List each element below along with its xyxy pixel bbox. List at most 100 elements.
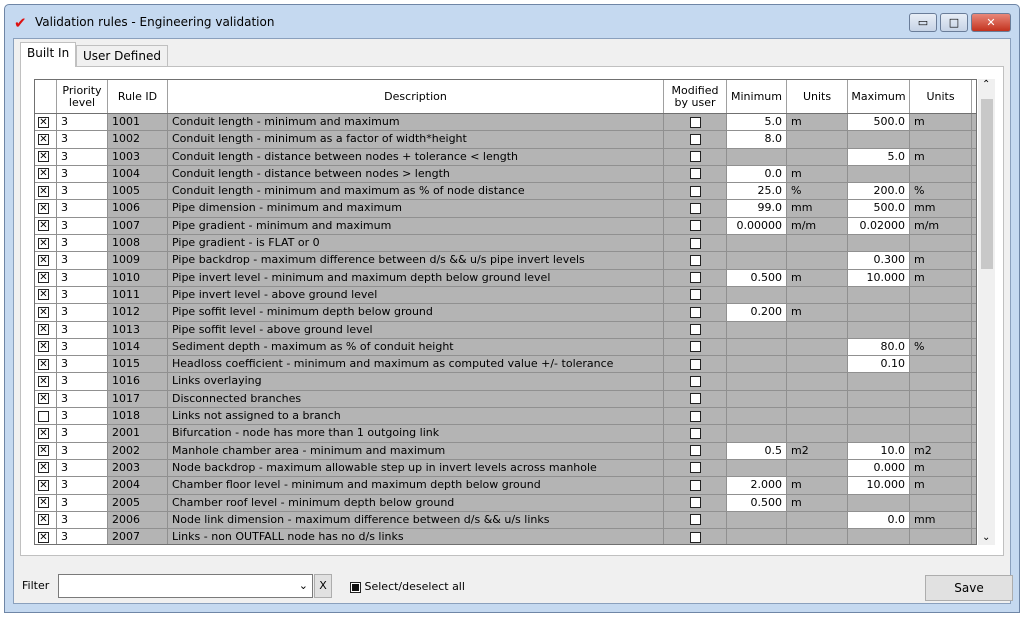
modified-cell[interactable] (664, 183, 727, 200)
enabled-cell[interactable]: ✕ (35, 148, 57, 165)
checked-box-icon[interactable]: ✕ (38, 531, 49, 543)
unchecked-box-icon[interactable] (689, 237, 701, 249)
checked-box-icon[interactable]: ✕ (38, 202, 49, 214)
modified-cell[interactable] (664, 442, 727, 459)
checked-box-icon[interactable]: ✕ (38, 289, 49, 301)
modified-cell[interactable] (664, 338, 727, 356)
minimum-cell[interactable] (727, 252, 787, 269)
enabled-cell[interactable]: ✕ (35, 390, 57, 408)
enabled-cell[interactable]: ✕ (35, 131, 57, 148)
modified-cell[interactable] (664, 494, 727, 511)
vertical-scrollbar[interactable]: ⌃ ⌄ (978, 79, 995, 545)
priority-cell[interactable]: 3 (57, 529, 108, 544)
maximum-cell[interactable]: 500.0 (848, 114, 910, 131)
unchecked-box-icon[interactable] (689, 497, 701, 509)
minimum-cell[interactable] (727, 286, 787, 304)
enabled-cell[interactable] (35, 408, 57, 425)
modified-cell[interactable] (664, 165, 727, 183)
priority-cell[interactable]: 3 (57, 235, 108, 252)
enabled-cell[interactable]: ✕ (35, 286, 57, 304)
priority-cell[interactable]: 3 (57, 321, 108, 338)
minimum-cell[interactable] (727, 373, 787, 390)
enabled-cell[interactable]: ✕ (35, 511, 57, 529)
maximum-cell[interactable]: 80.0 (848, 338, 910, 356)
checked-box-icon[interactable]: ✕ (38, 254, 49, 266)
checked-box-icon[interactable]: ✕ (38, 479, 49, 491)
checked-box-icon[interactable]: ✕ (38, 324, 49, 336)
minimum-cell[interactable] (727, 511, 787, 529)
modified-cell[interactable] (664, 321, 727, 338)
maximum-cell[interactable]: 10.000 (848, 477, 910, 494)
unchecked-box-icon[interactable] (689, 168, 701, 180)
priority-cell[interactable]: 3 (57, 494, 108, 511)
checked-box-icon[interactable]: ✕ (38, 497, 49, 509)
tab-built-in[interactable]: Built In (20, 42, 77, 67)
modified-cell[interactable] (664, 269, 727, 286)
modified-cell[interactable] (664, 356, 727, 373)
unchecked-box-icon[interactable] (689, 116, 701, 128)
minimum-cell[interactable]: 5.0 (727, 114, 787, 131)
maximum-cell[interactable]: 0.300 (848, 252, 910, 269)
checked-box-icon[interactable]: ✕ (38, 358, 49, 370)
unchecked-box-icon[interactable] (689, 272, 701, 284)
minimum-cell[interactable]: 0.5 (727, 442, 787, 459)
checked-box-icon[interactable]: ✕ (38, 168, 49, 180)
enabled-cell[interactable]: ✕ (35, 338, 57, 356)
unchecked-box-icon[interactable] (689, 358, 701, 370)
modified-cell[interactable] (664, 148, 727, 165)
unchecked-box-icon[interactable] (689, 393, 701, 405)
priority-cell[interactable]: 3 (57, 304, 108, 321)
minimum-cell[interactable] (727, 408, 787, 425)
column-header-description[interactable]: Description (168, 80, 664, 113)
maximum-cell[interactable]: 10.000 (848, 269, 910, 286)
checked-box-icon[interactable]: ✕ (38, 220, 49, 232)
modified-cell[interactable] (664, 390, 727, 408)
modified-cell[interactable] (664, 529, 727, 544)
priority-cell[interactable]: 3 (57, 148, 108, 165)
maximize-button[interactable]: □ (940, 13, 968, 32)
unchecked-box-icon[interactable] (689, 427, 701, 439)
maximum-cell[interactable] (848, 425, 910, 442)
modified-cell[interactable] (664, 304, 727, 321)
checked-box-icon[interactable]: ✕ (38, 133, 49, 145)
unchecked-box-icon[interactable] (689, 133, 701, 145)
checked-box-icon[interactable]: ✕ (38, 272, 49, 284)
minimum-cell[interactable] (727, 235, 787, 252)
unchecked-box-icon[interactable] (689, 151, 701, 163)
select-all-checkbox[interactable]: Select/deselect all (350, 580, 465, 593)
priority-cell[interactable]: 3 (57, 477, 108, 494)
minimum-cell[interactable] (727, 425, 787, 442)
modified-cell[interactable] (664, 477, 727, 494)
maximum-cell[interactable]: 200.0 (848, 183, 910, 200)
unchecked-box-icon[interactable] (689, 289, 701, 301)
checked-box-icon[interactable]: ✕ (38, 237, 49, 249)
minimum-cell[interactable] (727, 529, 787, 544)
priority-cell[interactable]: 3 (57, 338, 108, 356)
enabled-cell[interactable]: ✕ (35, 114, 57, 131)
modified-cell[interactable] (664, 252, 727, 269)
tab-user-defined[interactable]: User Defined (76, 45, 168, 67)
maximum-cell[interactable]: 5.0 (848, 148, 910, 165)
enabled-cell[interactable]: ✕ (35, 321, 57, 338)
maximum-cell[interactable]: 500.0 (848, 200, 910, 217)
column-header-modified-by-user[interactable]: Modified by user (664, 80, 727, 113)
enabled-cell[interactable]: ✕ (35, 252, 57, 269)
maximum-cell[interactable] (848, 529, 910, 544)
save-button[interactable]: Save (925, 575, 1013, 601)
unchecked-box-icon[interactable] (689, 185, 701, 197)
unchecked-box-icon[interactable] (689, 410, 701, 422)
filter-combobox[interactable]: ⌄ (58, 574, 313, 598)
minimum-cell[interactable]: 0.500 (727, 269, 787, 286)
maximum-cell[interactable]: 0.000 (848, 459, 910, 477)
enabled-cell[interactable]: ✕ (35, 356, 57, 373)
priority-cell[interactable]: 3 (57, 252, 108, 269)
minimum-cell[interactable]: 2.000 (727, 477, 787, 494)
unchecked-box-icon[interactable] (689, 220, 701, 232)
checked-box-icon[interactable]: ✕ (38, 375, 49, 387)
column-header-minimum[interactable]: Minimum (727, 80, 787, 113)
enabled-cell[interactable]: ✕ (35, 269, 57, 286)
priority-cell[interactable]: 3 (57, 217, 108, 235)
clear-filter-button[interactable]: X (314, 574, 332, 598)
maximum-cell[interactable] (848, 165, 910, 183)
enabled-cell[interactable]: ✕ (35, 442, 57, 459)
